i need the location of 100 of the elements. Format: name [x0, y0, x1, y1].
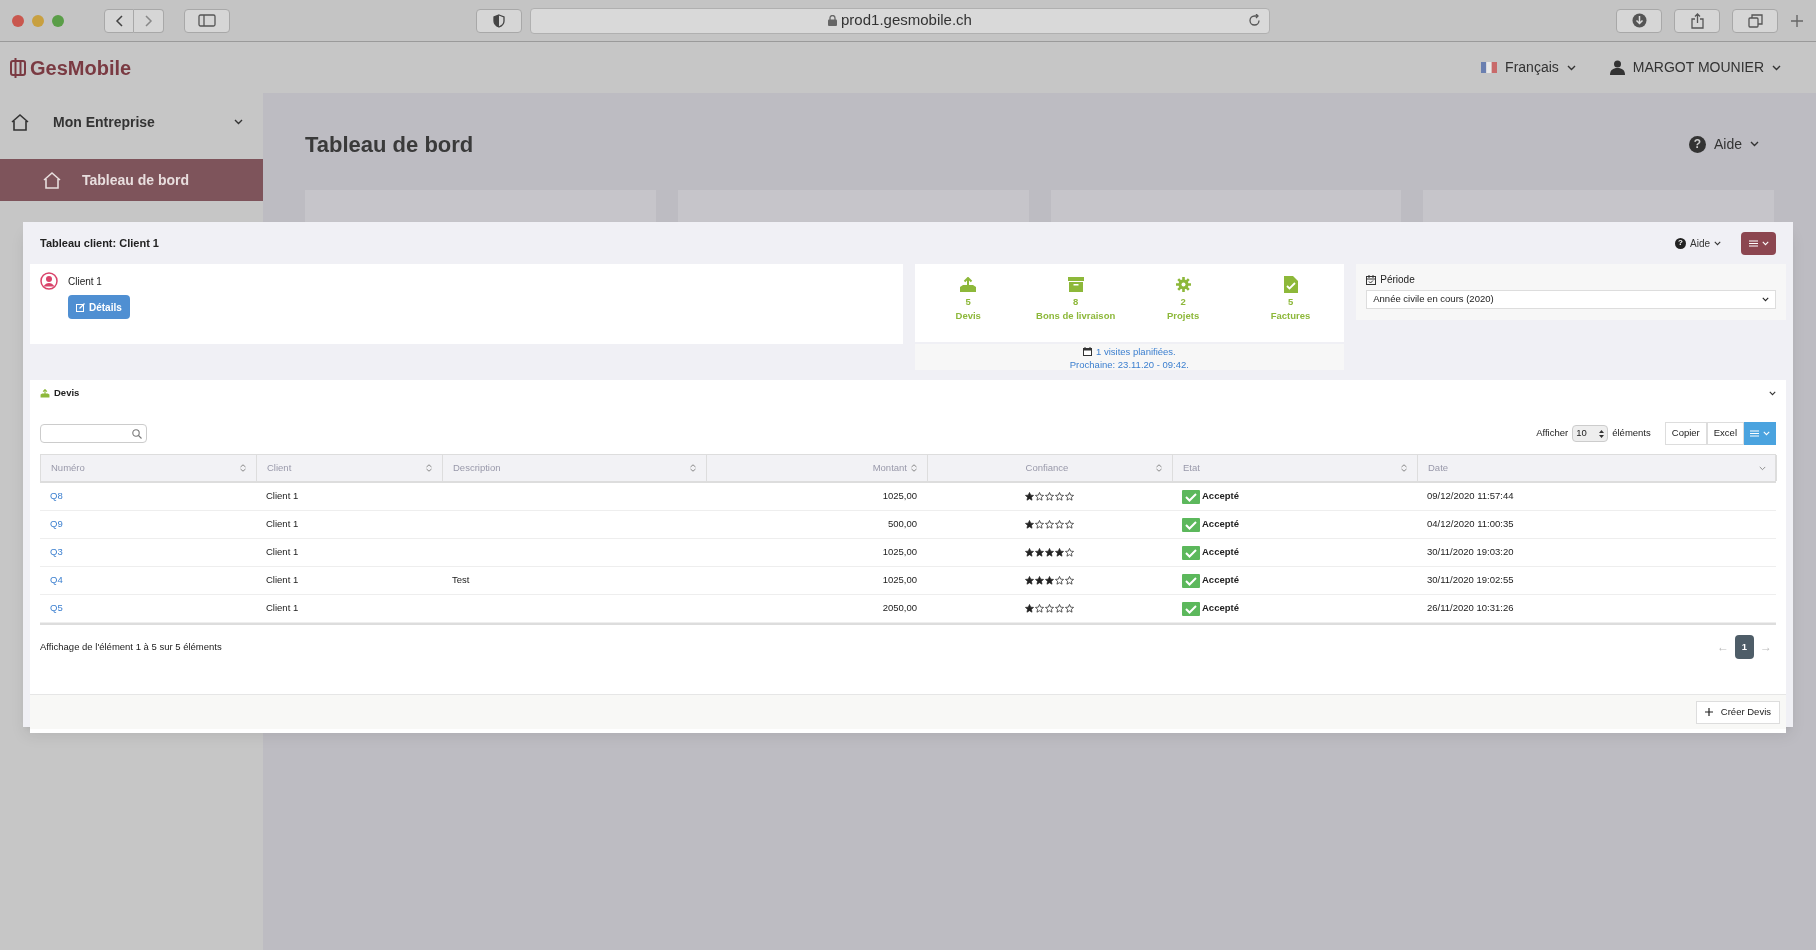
- sidebar-toggle-button[interactable]: [184, 8, 230, 33]
- filled-star-icon: [1025, 604, 1034, 613]
- sort-icon[interactable]: [426, 464, 432, 472]
- column-header[interactable]: Etat: [1183, 460, 1200, 476]
- export-button[interactable]: Copier: [1664, 422, 1707, 445]
- help-dropdown[interactable]: ? Aide: [1675, 235, 1721, 251]
- forward-button[interactable]: [134, 8, 164, 33]
- user-avatar-icon: [40, 272, 58, 290]
- chevron-down-icon: [1763, 431, 1770, 436]
- quote-link[interactable]: Q8: [50, 490, 63, 502]
- visits-link[interactable]: 1 visites planifiées.: [1096, 345, 1176, 358]
- period-select[interactable]: Année civile en cours (2020): [1366, 290, 1776, 309]
- table-cell: 09/12/2020 11:57:44: [1427, 490, 1514, 502]
- sidebar-item[interactable]: Tableau de bord: [0, 159, 263, 201]
- items-label: éléments: [1612, 426, 1651, 441]
- menu-button[interactable]: [1741, 231, 1776, 255]
- sort-descending-icon[interactable]: [1759, 465, 1766, 471]
- search-field[interactable]: [40, 424, 147, 443]
- help-icon: ?: [1688, 135, 1706, 153]
- menu-icon: [1748, 239, 1758, 247]
- logo-text[interactable]: GesMobile: [30, 52, 132, 83]
- column-header[interactable]: Description: [453, 460, 501, 476]
- details-button[interactable]: Détails: [68, 295, 130, 319]
- search-icon: [132, 428, 142, 439]
- new-tab-icon[interactable]: [1790, 13, 1804, 28]
- column-header[interactable]: Montant: [872, 460, 907, 476]
- stat-link[interactable]: 5 Factures: [1236, 274, 1345, 323]
- gear-icon: [1175, 277, 1191, 292]
- user-menu[interactable]: MARGOT MOUNIER: [1609, 57, 1781, 78]
- close-window-icon[interactable]: [12, 14, 24, 27]
- client-name: Client 1: [68, 275, 102, 289]
- reload-icon[interactable]: [1248, 14, 1261, 27]
- sort-icon[interactable]: [1401, 464, 1407, 472]
- column-header[interactable]: Date: [1428, 460, 1449, 476]
- help-dropdown[interactable]: ? Aide: [1688, 133, 1759, 155]
- calendar-icon: [1366, 274, 1377, 285]
- empty-star-icon: [1045, 492, 1054, 501]
- sort-icon[interactable]: [690, 464, 696, 472]
- checkmark-icon: [1182, 545, 1200, 560]
- page-button[interactable]: 1: [1735, 635, 1754, 659]
- chevron-down-icon: [1714, 240, 1721, 246]
- plus-icon: [1704, 708, 1713, 716]
- table-cell: 04/12/2020 11:00:35: [1427, 518, 1514, 530]
- section-title: Devis: [54, 385, 80, 400]
- checkmark-icon: [1182, 517, 1200, 532]
- columns-menu-button[interactable]: [1744, 422, 1776, 445]
- status-text: Accepté: [1202, 517, 1239, 532]
- column-header[interactable]: Confiance: [938, 460, 1156, 476]
- maximize-window-icon[interactable]: [52, 14, 64, 27]
- tabs-icon: [1747, 13, 1763, 28]
- download-button[interactable]: [1616, 8, 1662, 33]
- chevron-down-icon: [1566, 64, 1576, 71]
- modal-title: Tableau client: Client 1: [40, 235, 160, 251]
- table-cell: Client 1: [266, 602, 299, 614]
- quote-link[interactable]: Q4: [50, 574, 63, 586]
- menu-icon: [1750, 430, 1759, 437]
- stat-link[interactable]: 8 Bons de livraison: [1021, 274, 1130, 323]
- house-icon: [42, 171, 62, 189]
- column-header[interactable]: Numéro: [51, 460, 85, 476]
- filled-star-icon: [1025, 576, 1034, 585]
- filled-star-icon: [1035, 548, 1044, 557]
- shield-button[interactable]: [476, 8, 522, 33]
- status-text: Accepté: [1202, 545, 1239, 560]
- create-quote-button[interactable]: Créer Devis: [1695, 700, 1780, 724]
- quote-link[interactable]: Q9: [50, 518, 63, 530]
- table-cell: 500,00: [887, 518, 917, 530]
- download-icon: [1631, 13, 1647, 28]
- table-info: Affichage de l'élément 1 à 5 sur 5 éléments: [40, 639, 222, 654]
- address-bar[interactable]: prod1.gesmobile.ch: [530, 7, 1270, 34]
- sort-icon[interactable]: [911, 464, 917, 472]
- sort-icon[interactable]: [240, 464, 246, 472]
- share-button[interactable]: [1674, 8, 1720, 33]
- table-cell: 26/11/2020 10:31:26: [1427, 602, 1514, 614]
- back-button[interactable]: [104, 8, 134, 33]
- sidebar-group[interactable]: Mon Entreprise: [0, 101, 263, 143]
- table-cell: Client 1: [266, 518, 299, 530]
- table-cell: Client 1: [266, 490, 299, 502]
- filled-star-icon: [1025, 548, 1034, 557]
- table-cell: 30/11/2020 19:02:55: [1427, 574, 1514, 586]
- chevron-down-icon: [1750, 141, 1759, 147]
- table-cell: 2050,00: [882, 602, 917, 614]
- sort-icon[interactable]: [1156, 464, 1162, 472]
- stat-link[interactable]: 2 Projets: [1129, 274, 1237, 323]
- empty-star-icon: [1065, 604, 1074, 613]
- filled-star-icon: [1045, 576, 1054, 585]
- flag-icon: [1481, 62, 1498, 73]
- column-header[interactable]: Client: [267, 460, 292, 476]
- chevron-down-icon: [1761, 240, 1769, 246]
- minimize-window-icon[interactable]: [32, 14, 44, 27]
- language-dropdown[interactable]: Français: [1481, 57, 1576, 78]
- page-size-select[interactable]: 10: [1572, 425, 1609, 442]
- quote-link[interactable]: Q3: [50, 546, 63, 558]
- export-button[interactable]: Excel: [1706, 422, 1744, 445]
- stat-link[interactable]: 5 Devis: [914, 274, 1022, 323]
- table-cell: Client 1: [266, 574, 299, 586]
- status-text: Accepté: [1202, 489, 1239, 504]
- user-icon: [1609, 60, 1625, 75]
- tabs-button[interactable]: [1732, 8, 1778, 33]
- chevron-down-icon: [1772, 64, 1781, 71]
- quote-link[interactable]: Q5: [50, 602, 63, 614]
